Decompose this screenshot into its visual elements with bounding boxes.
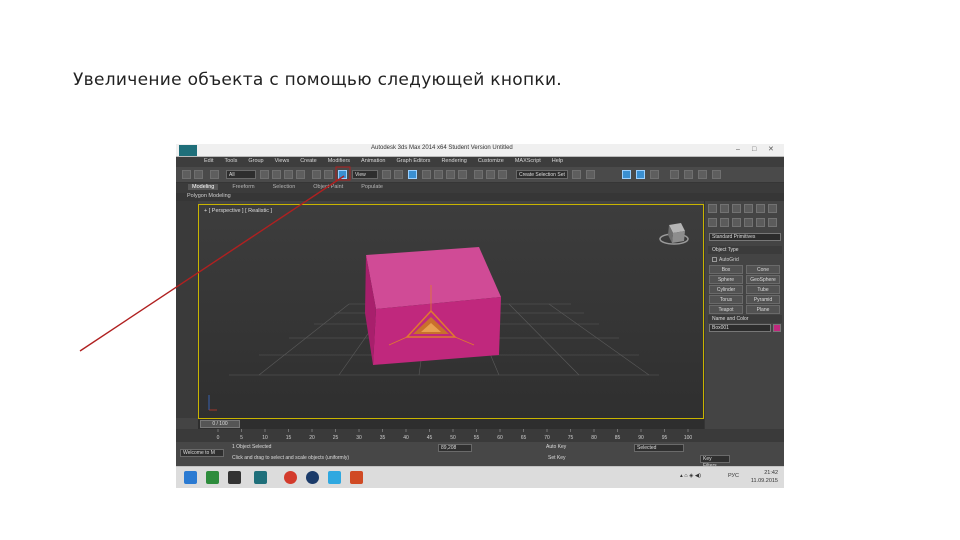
annotation-overlay	[79, 166, 351, 352]
scale-button-highlight	[335, 166, 351, 181]
annotation-arrow	[79, 175, 345, 352]
